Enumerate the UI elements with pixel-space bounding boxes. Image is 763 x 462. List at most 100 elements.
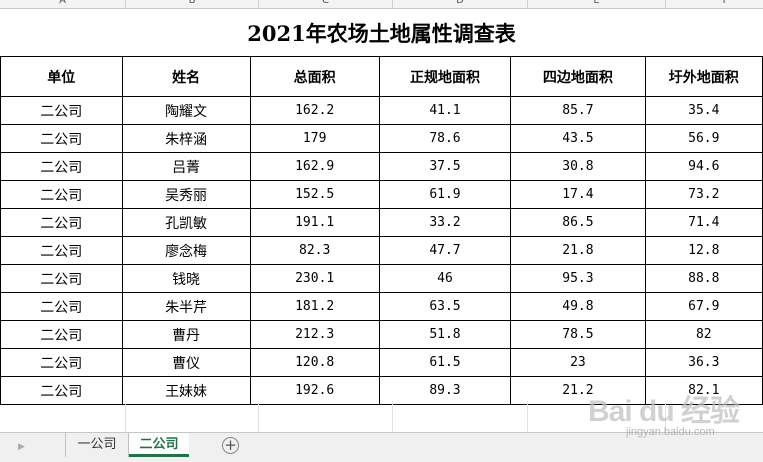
- cell-name[interactable]: 朱梓涵: [121, 124, 251, 153]
- cell-outside-area[interactable]: 56.9: [644, 124, 763, 153]
- cell-outside-area[interactable]: 12.8: [644, 236, 763, 265]
- cell-total-area[interactable]: 179: [249, 124, 380, 153]
- cell-unit[interactable]: 二公司: [0, 292, 123, 321]
- cell-edge-area[interactable]: 17.4: [510, 180, 646, 209]
- cell-outside-area[interactable]: 71.4: [644, 208, 763, 237]
- cell-outside-area[interactable]: 88.8: [644, 264, 763, 293]
- cell-regular-area[interactable]: 47.7: [378, 236, 512, 265]
- cell-name[interactable]: 钱晓: [121, 264, 251, 293]
- cell-name[interactable]: 吴秀丽: [121, 180, 251, 209]
- sheet-tab-company-1[interactable]: 一公司: [65, 433, 129, 457]
- column-header-a[interactable]: A: [0, 0, 126, 8]
- cell-regular-area[interactable]: 46: [378, 264, 512, 293]
- cell-name[interactable]: 朱半芹: [121, 292, 251, 321]
- cell-edge-area[interactable]: 78.5: [510, 320, 646, 349]
- cell-outside-area[interactable]: 94.6: [644, 152, 763, 181]
- sheet-title[interactable]: 2021年农场土地属性调查表: [0, 9, 763, 57]
- cell-edge-area[interactable]: 95.3: [510, 264, 646, 293]
- header-cell-total-area[interactable]: 总面积: [249, 56, 380, 97]
- cell-edge-area[interactable]: 49.8: [510, 292, 646, 321]
- table-row: 二公司 陶耀文 162.2 41.1 85.7 35.4: [0, 96, 763, 125]
- cell-total-area[interactable]: 191.1: [249, 208, 380, 237]
- header-cell-name[interactable]: 姓名: [121, 56, 251, 97]
- table-row: 二公司 孔凯敏 191.1 33.2 86.5 71.4: [0, 208, 763, 237]
- cell-outside-area[interactable]: 82: [644, 320, 763, 349]
- column-header-b[interactable]: B: [126, 0, 259, 8]
- header-cell-outside-area[interactable]: 圩外地面积: [644, 56, 763, 97]
- cell-unit[interactable]: 二公司: [0, 320, 123, 349]
- triangle-right-icon[interactable]: ▶: [18, 441, 28, 453]
- cell-name[interactable]: 孔凯敏: [121, 208, 251, 237]
- table-row: 二公司 朱梓涵 179 78.6 43.5 56.9: [0, 124, 763, 153]
- table-row: 二公司 曹仪 120.8 61.5 23 36.3: [0, 348, 763, 377]
- header-row: 单位 姓名 总面积 正规地面积 四边地面积 圩外地面积: [0, 56, 763, 97]
- cell-unit[interactable]: 二公司: [0, 348, 123, 377]
- empty-cell-divider: [392, 403, 393, 432]
- table-row: 二公司 廖念梅 82.3 47.7 21.8 12.8: [0, 236, 763, 265]
- table-row: 二公司 曹丹 212.3 51.8 78.5 82: [0, 320, 763, 349]
- table-row: 二公司 钱晓 230.1 46 95.3 88.8: [0, 264, 763, 293]
- cell-name[interactable]: 王妹妹: [121, 376, 251, 405]
- cell-unit[interactable]: 二公司: [0, 124, 123, 153]
- cell-regular-area[interactable]: 51.8: [378, 320, 512, 349]
- cell-name[interactable]: 曹丹: [121, 320, 251, 349]
- cell-edge-area[interactable]: 86.5: [510, 208, 646, 237]
- cell-edge-area[interactable]: 85.7: [510, 96, 646, 125]
- column-header-c[interactable]: C: [259, 0, 393, 8]
- cell-edge-area[interactable]: 30.8: [510, 152, 646, 181]
- cell-edge-area[interactable]: 43.5: [510, 124, 646, 153]
- empty-cell-divider: [665, 403, 666, 432]
- cell-unit[interactable]: 二公司: [0, 208, 123, 237]
- cell-total-area[interactable]: 181.2: [249, 292, 380, 321]
- column-header-f[interactable]: F: [666, 0, 763, 8]
- sheet-tab-bar: ▶ 一公司 二公司 +: [0, 432, 763, 462]
- cell-unit[interactable]: 二公司: [0, 264, 123, 293]
- header-cell-unit[interactable]: 单位: [0, 56, 123, 97]
- cell-outside-area[interactable]: 35.4: [644, 96, 763, 125]
- header-cell-regular-area[interactable]: 正规地面积: [378, 56, 512, 97]
- cell-outside-area[interactable]: 73.2: [644, 180, 763, 209]
- data-table: 单位 姓名 总面积 正规地面积 四边地面积 圩外地面积 二公司 陶耀文 162.2 4…: [0, 56, 763, 405]
- cell-outside-area[interactable]: 82.1: [644, 376, 763, 405]
- cell-outside-area[interactable]: 36.3: [644, 348, 763, 377]
- cell-total-area[interactable]: 162.9: [249, 152, 380, 181]
- cell-total-area[interactable]: 82.3: [249, 236, 380, 265]
- cell-edge-area[interactable]: 23: [510, 348, 646, 377]
- header-cell-edge-area[interactable]: 四边地面积: [510, 56, 646, 97]
- empty-cell-divider: [527, 403, 528, 432]
- table-row: 二公司 王妹妹 192.6 89.3 21.2 82.1: [0, 376, 763, 405]
- cell-edge-area[interactable]: 21.2: [510, 376, 646, 405]
- cell-unit[interactable]: 二公司: [0, 96, 123, 125]
- cell-total-area[interactable]: 152.5: [249, 180, 380, 209]
- cell-regular-area[interactable]: 63.5: [378, 292, 512, 321]
- empty-cell-divider: [258, 403, 259, 432]
- cell-total-area[interactable]: 120.8: [249, 348, 380, 377]
- plus-circle-icon[interactable]: +: [222, 437, 239, 454]
- cell-regular-area[interactable]: 61.9: [378, 180, 512, 209]
- cell-unit[interactable]: 二公司: [0, 236, 123, 265]
- cell-edge-area[interactable]: 21.8: [510, 236, 646, 265]
- cell-regular-area[interactable]: 78.6: [378, 124, 512, 153]
- cell-name[interactable]: 廖念梅: [121, 236, 251, 265]
- cell-regular-area[interactable]: 41.1: [378, 96, 512, 125]
- empty-cell-divider: [125, 403, 126, 432]
- cell-name[interactable]: 曹仪: [121, 348, 251, 377]
- cell-unit[interactable]: 二公司: [0, 152, 123, 181]
- cell-name[interactable]: 吕菁: [121, 152, 251, 181]
- cell-regular-area[interactable]: 37.5: [378, 152, 512, 181]
- column-header-d[interactable]: D: [393, 0, 528, 8]
- cell-unit[interactable]: 二公司: [0, 376, 123, 405]
- cell-name[interactable]: 陶耀文: [121, 96, 251, 125]
- cell-regular-area[interactable]: 33.2: [378, 208, 512, 237]
- cell-outside-area[interactable]: 67.9: [644, 292, 763, 321]
- cell-regular-area[interactable]: 89.3: [378, 376, 512, 405]
- table-row: 二公司 朱半芹 181.2 63.5 49.8 67.9: [0, 292, 763, 321]
- cell-total-area[interactable]: 192.6: [249, 376, 380, 405]
- sheet-tab-company-2[interactable]: 二公司: [129, 433, 189, 457]
- cell-total-area[interactable]: 212.3: [249, 320, 380, 349]
- cell-total-area[interactable]: 230.1: [249, 264, 380, 293]
- cell-regular-area[interactable]: 61.5: [378, 348, 512, 377]
- column-header-e[interactable]: E: [528, 0, 666, 8]
- cell-total-area[interactable]: 162.2: [249, 96, 380, 125]
- cell-unit[interactable]: 二公司: [0, 180, 123, 209]
